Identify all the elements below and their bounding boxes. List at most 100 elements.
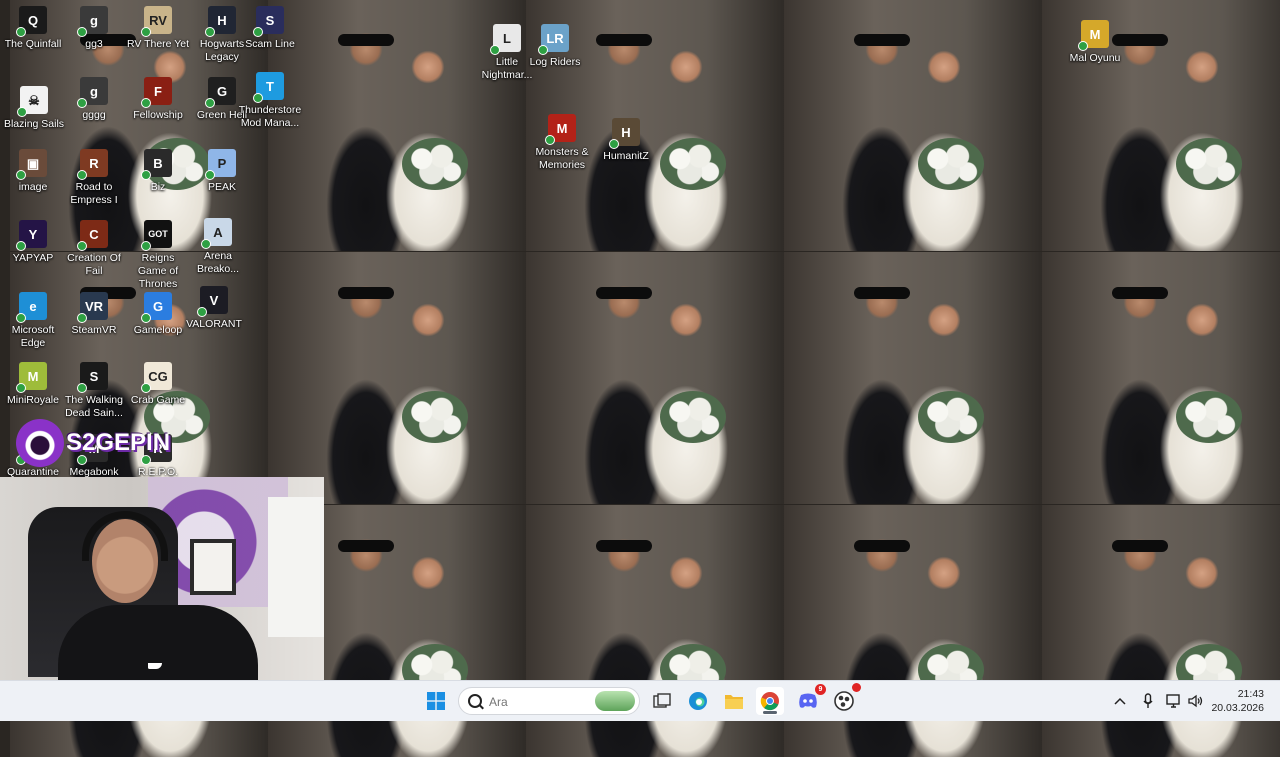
game-icon: M [545,114,576,145]
sync-check-icon [141,241,151,251]
desktop-icon[interactable]: A Arena Breako... [185,214,251,276]
game-icon: G [205,77,236,108]
webcam-overlay [0,477,324,680]
desktop-icon-label: gggg [82,109,106,121]
windows-logo-icon [427,692,445,710]
desktop-icon-label: PEAK [207,181,236,193]
sync-check-icon [201,239,211,249]
desktop-icon[interactable]: g gg3 [61,2,127,51]
file-explorer-button[interactable] [720,687,748,715]
desktop-icon[interactable]: ▣ image [0,145,66,194]
game-icon: GOT [141,220,172,251]
desktop-icon[interactable]: ☠ Blazing Sails [1,82,67,131]
sync-check-icon [205,170,215,180]
sync-check-icon [253,27,263,37]
desktop-icon-label: Crab Game [130,394,186,406]
discord-badge: 9 [815,684,826,695]
app-icon: g [77,6,108,37]
game-icon: Q [16,6,47,37]
desktop-icon[interactable]: M Monsters & Memories [529,110,595,172]
taskbar-search[interactable] [458,687,640,715]
search-input[interactable] [487,692,591,712]
sync-check-icon [141,313,151,323]
sync-check-icon [77,98,87,108]
desktop-icon[interactable]: R Road to Empress I [61,145,127,207]
volume-button[interactable] [1184,687,1208,715]
desktop-icon[interactable]: M MiniRoyale [0,358,66,407]
game-icon: F [141,77,172,108]
task-view-button[interactable] [648,687,676,715]
discord-icon [799,693,817,708]
desktop-icon[interactable]: T Thunderstore Mod Mana... [237,68,303,130]
desktop-icon[interactable]: F Fellowship [125,73,191,122]
game-icon: C [77,220,108,251]
sync-check-icon [16,27,26,37]
edge-button[interactable] [684,687,712,715]
sync-check-icon [197,307,207,317]
sync-check-icon [141,170,151,180]
game-icon: H [609,118,640,149]
desktop-icon[interactable]: S Scam Line [237,2,303,51]
desktop-icon[interactable]: Q The Quinfall [0,2,66,51]
desktop-icon-label: Mal Oyunu [1069,52,1121,64]
obs-button[interactable] [830,683,861,715]
sync-check-icon [1078,41,1088,51]
app-icon: g [77,77,108,108]
edge-icon [689,692,707,710]
desktop-icon[interactable]: P PEAK [189,145,255,194]
desktop-icon-label: Log Riders [529,56,581,68]
discord-button[interactable]: 9 [794,684,826,715]
streamer-logo-overlay: S2GEPIN [16,416,172,470]
game-icon: H [205,6,236,37]
sync-check-icon [205,98,215,108]
person-body [58,605,258,680]
clock-time[interactable]: 21:43 [1208,688,1264,700]
desktop-icon[interactable]: S The Walking Dead Sain... [61,358,127,420]
sync-check-icon [17,107,27,117]
desktop-icon[interactable]: GOT Reigns Game of Thrones [125,216,191,291]
desktop-icon[interactable]: H HumanitZ [593,114,659,163]
desktop-icon[interactable]: CG Crab Game [125,358,191,407]
desktop-icon-label: Monsters & Memories [535,146,589,171]
game-icon: CG [141,362,172,393]
sync-check-icon [609,139,619,149]
sync-check-icon [16,383,26,393]
desktop-icon[interactable]: V VALORANT [181,282,247,331]
wallpaper-tile [784,252,1042,504]
start-button[interactable] [422,687,450,715]
game-icon: S [77,362,108,393]
desktop-icon-label: image [18,181,48,193]
game-icon: Y [16,220,47,251]
desktop-icon-label: MiniRoyale [7,394,59,406]
desktop-icon[interactable]: B Biz [125,145,191,194]
sync-check-icon [545,135,555,145]
image-icon: ▣ [16,149,47,180]
desktop-icon-label: Microsoft Edge [11,324,55,349]
desktop-icon[interactable]: C Creation Of Fail [61,216,127,278]
obs-icon [834,691,854,711]
desktop-icon-label: Blazing Sails [3,118,65,130]
microphone-icon [1143,693,1153,708]
chrome-icon [760,692,779,711]
chrome-button[interactable] [756,687,784,715]
desktop-icon-label: RV There Yet [126,38,190,50]
desktop-icon[interactable]: g gggg [61,73,127,122]
desktop-icon[interactable]: Y YAPYAP [0,216,66,265]
tray-overflow-button[interactable] [1108,687,1132,715]
wallpaper-tile [784,0,1042,251]
logo-text: S2GEPIN [66,429,171,456]
network-button[interactable] [1162,687,1186,715]
desktop-icon[interactable]: M Mal Oyunu [1062,16,1128,65]
task-view-icon [653,693,671,708]
sync-check-icon [16,313,26,323]
desktop-icon-label: Fellowship [133,109,183,121]
steamvr-icon: VR [77,292,108,323]
desktop-icon[interactable]: e Microsoft Edge [0,288,66,350]
sync-check-icon [16,170,26,180]
microphone-button[interactable] [1136,687,1160,715]
desktop-icon[interactable]: LR Log Riders [522,20,588,69]
desktop-icon[interactable]: VR SteamVR [61,288,127,337]
clock-date[interactable]: 20.03.2026 [1208,702,1264,714]
desktop-icon[interactable]: RV RV There Yet [125,2,191,51]
picture-frame [190,539,236,595]
